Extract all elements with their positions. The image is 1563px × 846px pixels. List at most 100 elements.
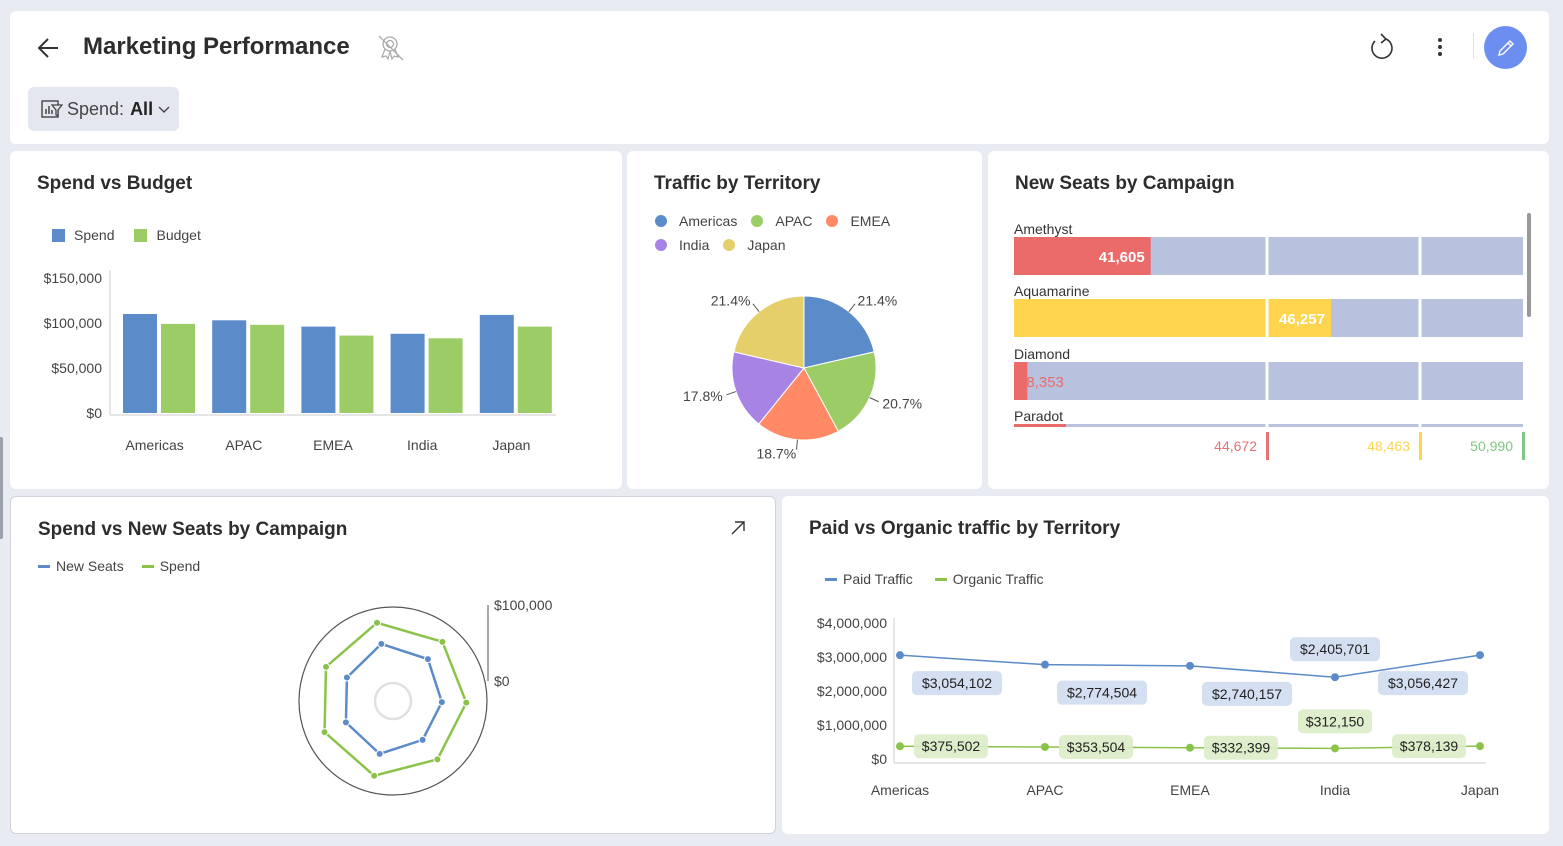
data-label: $2,774,504 <box>1067 685 1137 701</box>
data-label: $353,504 <box>1067 739 1126 755</box>
radar-point <box>437 698 446 707</box>
line-point <box>1476 742 1484 751</box>
radar-point <box>321 662 330 671</box>
y-tick-label: $150,000 <box>44 270 103 286</box>
x-tick-label: APAC <box>1026 782 1063 798</box>
radar-point <box>375 749 384 758</box>
x-tick-label: Japan <box>492 437 530 453</box>
traffic-by-territory-card[interactable]: Traffic by Territory Americas APAC EMEA Ind… <box>627 151 982 489</box>
data-label: $3,056,427 <box>1388 675 1458 691</box>
x-tick-label: APAC <box>225 437 262 453</box>
campaign-value-label: 46,257 <box>1279 311 1325 328</box>
radar-point <box>433 755 442 764</box>
line-point <box>1476 651 1484 660</box>
spend-vs-new-seats-card[interactable]: Spend vs New Seats by Campaign New Seats… <box>10 496 776 834</box>
new-seats-by-campaign-card[interactable]: New Seats by Campaign Amethyst 41,605 Aqua… <box>988 151 1549 489</box>
line-point <box>1331 673 1339 682</box>
badge-off-icon[interactable] <box>375 32 407 64</box>
threshold-marker <box>1266 432 1269 460</box>
pie-leader-line <box>869 397 879 403</box>
threshold-marker <box>1419 432 1422 460</box>
radar-axis-label: $100,000 <box>494 597 553 613</box>
y-tick-label: $3,000,000 <box>817 649 887 665</box>
filter-label: Spend: <box>67 98 125 119</box>
toolbar-divider <box>1473 33 1474 59</box>
refresh-button[interactable] <box>1367 31 1397 63</box>
bar-budget <box>339 335 374 413</box>
x-tick-label: India <box>1320 782 1351 798</box>
more-options-button[interactable] <box>1430 33 1450 61</box>
filter-value: All <box>130 98 154 119</box>
radar-point <box>462 698 471 707</box>
data-label: $332,399 <box>1212 740 1271 756</box>
bar-budget <box>517 326 552 413</box>
pie-value-label: 18.7% <box>756 446 796 462</box>
y-tick-label: $100,000 <box>44 315 103 331</box>
bar-budget <box>250 324 285 413</box>
radar-point <box>438 637 447 646</box>
line-point <box>1331 744 1339 753</box>
campaign-label: Amethyst <box>1014 221 1072 237</box>
radar-chart: $100,000 $0 <box>298 597 553 796</box>
data-label: $2,740,157 <box>1212 686 1282 702</box>
spend-vs-budget-card[interactable]: Spend vs Budget Spend Budget $0 $50,000 $1… <box>10 151 622 489</box>
band-separator <box>1265 237 1269 427</box>
chart-filter-icon <box>41 100 63 118</box>
edit-button[interactable] <box>1484 26 1527 69</box>
campaign-value-bar <box>1014 424 1066 427</box>
radar-axis-label: $0 <box>494 673 510 689</box>
threshold-marker <box>1522 432 1525 460</box>
chevron-down-icon <box>158 106 170 113</box>
radar-point <box>423 655 432 664</box>
pie-value-label: 20.7% <box>882 395 922 411</box>
pie-chart: 21.4% 20.7% 18.7% 17.8% 21.4% <box>683 293 922 462</box>
radar-point <box>418 735 427 744</box>
spend-filter-button[interactable]: Spend: All <box>28 87 179 131</box>
line-point <box>896 742 904 751</box>
scrollbar[interactable] <box>1527 213 1531 317</box>
threshold-label: 44,672 <box>1214 438 1257 454</box>
paid-vs-organic-card[interactable]: Paid vs Organic traffic by Territory Pai… <box>782 496 1549 834</box>
threshold-label: 48,463 <box>1367 438 1410 454</box>
radar-point <box>342 673 351 682</box>
panel-resize-handle[interactable] <box>0 437 3 539</box>
x-tick-label: EMEA <box>313 437 353 453</box>
line-point <box>1186 661 1194 670</box>
back-button[interactable] <box>34 33 64 63</box>
line-chart: $0 $1,000,000 $2,000,000 $3,000,000 $4,000,0… <box>817 615 1499 798</box>
bar-spend <box>212 320 247 413</box>
page-title: Marketing Performance <box>83 33 350 60</box>
campaign-value-label: 38,353 <box>1018 374 1064 391</box>
bar-spend <box>479 314 514 413</box>
more-vertical-icon <box>1438 38 1442 56</box>
radar-point <box>372 618 381 627</box>
bullet-chart: Amethyst 41,605 Aquamarine 46,257 Diamond 38,… <box>1014 221 1525 460</box>
pie-leader-line <box>848 303 856 312</box>
x-tick-label: Japan <box>1461 782 1499 798</box>
y-tick-label: $0 <box>871 751 887 767</box>
x-tick-label: Americas <box>871 782 929 798</box>
pie-value-label: 21.4% <box>858 293 898 309</box>
radar-point <box>370 771 379 780</box>
pie-value-label: 21.4% <box>711 293 751 309</box>
radar-point <box>377 639 386 648</box>
bar-spend <box>123 314 157 413</box>
pie-leader-line <box>726 391 737 396</box>
pie-value-label: 17.8% <box>683 388 723 404</box>
line-point <box>896 651 904 660</box>
radar-point <box>341 718 350 727</box>
bar-spend <box>390 333 425 413</box>
data-label: $3,054,102 <box>922 675 992 691</box>
x-tick-label: India <box>407 437 438 453</box>
y-tick-label: $2,000,000 <box>817 683 887 699</box>
refresh-icon <box>1371 33 1393 59</box>
data-label: $2,405,701 <box>1300 641 1370 657</box>
radar-inner-ring <box>373 681 413 721</box>
pie-leader-line <box>752 303 760 312</box>
data-label: $375,502 <box>922 738 981 754</box>
campaign-label: Aquamarine <box>1014 283 1090 299</box>
line-point <box>1186 743 1194 752</box>
line-point <box>1041 660 1049 669</box>
data-label: $378,139 <box>1400 738 1459 754</box>
line-point <box>1041 742 1049 751</box>
